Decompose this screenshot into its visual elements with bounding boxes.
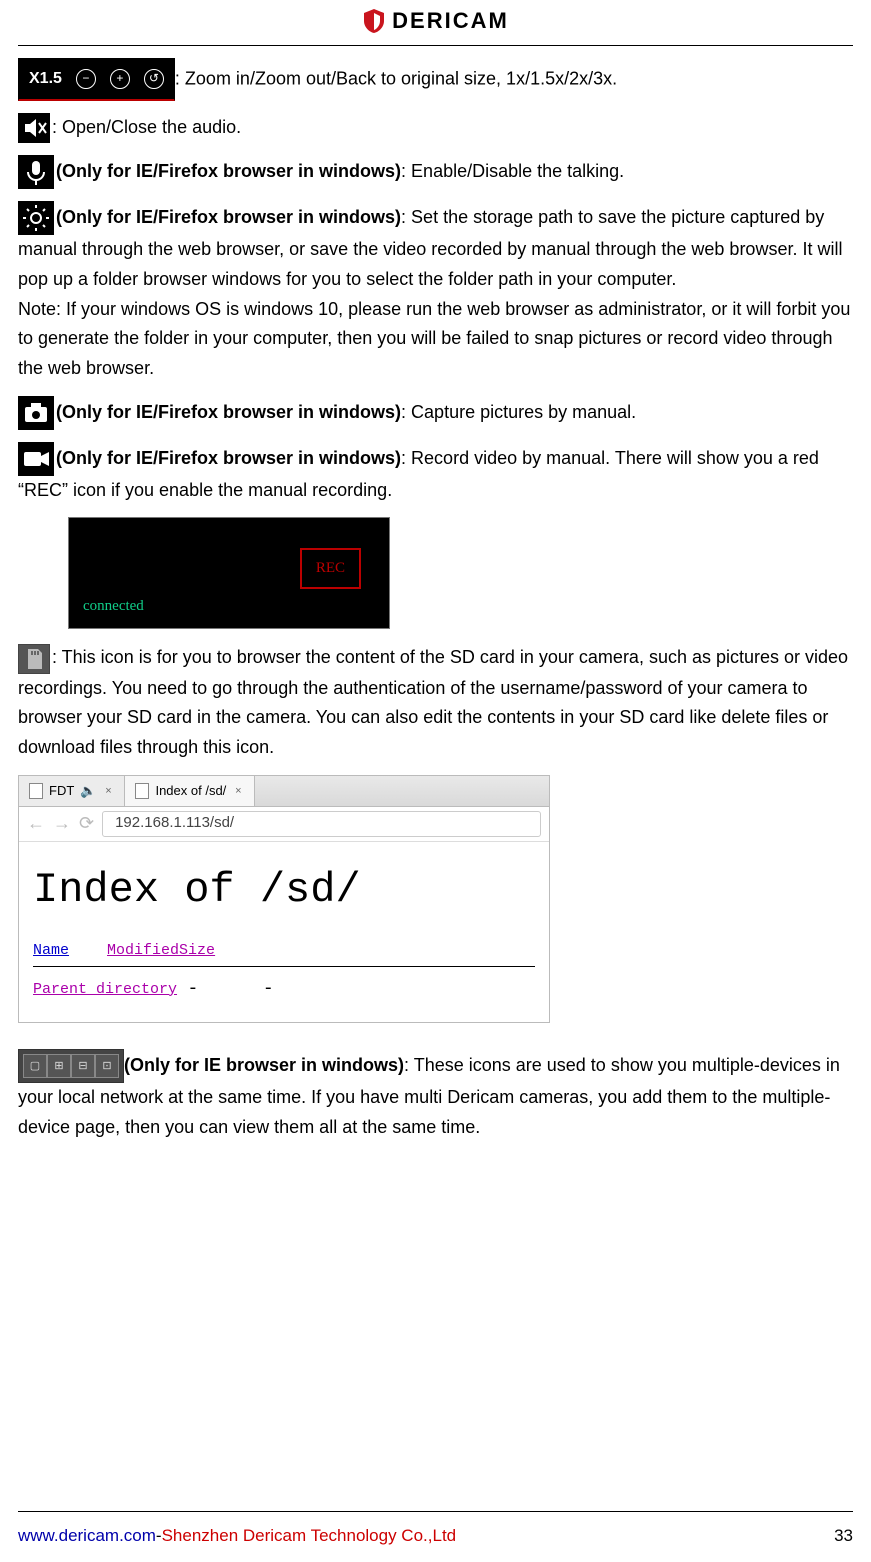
footer-divider [18, 1511, 853, 1512]
grid-9-icon: ⊟ [71, 1054, 95, 1078]
index-heading: Index of /sd/ [33, 856, 535, 925]
capture-qualifier: (Only for IE/Firefox browser in windows) [56, 401, 401, 421]
speaker-icon: 🔈 [80, 780, 96, 801]
address-bar: ← → ⟳ 192.168.1.113/sd/ [19, 807, 549, 842]
capture-desc: : Capture pictures by manual. [401, 401, 636, 421]
camera-icon [18, 396, 54, 430]
tab1-title: FDT [49, 780, 74, 801]
browser-tab-1: FDT 🔈 × [19, 776, 125, 806]
document-icon [135, 783, 149, 799]
page-number: 33 [834, 1526, 853, 1546]
page-footer: www.dericam.com-Shenzhen Dericam Technol… [18, 1526, 853, 1546]
audio-row: : Open/Close the audio. [18, 113, 853, 143]
connected-label: connected [83, 594, 144, 619]
index-row: Parent directory - - [33, 973, 535, 1005]
url-field: 192.168.1.113/sd/ [102, 811, 541, 837]
zoom-out-icon: − [76, 69, 96, 89]
capture-row: (Only for IE/Firefox browser in windows)… [18, 396, 853, 430]
index-columns: Name ModifiedSize [33, 939, 535, 964]
multi-row: ▢ ⊞ ⊟ ⊡ (Only for IE browser in windows)… [18, 1049, 853, 1142]
zoom-label: X1.5 [29, 66, 62, 92]
grid-1-icon: ▢ [23, 1054, 47, 1078]
header-divider [18, 45, 853, 46]
grid-16-icon: ⊡ [95, 1054, 119, 1078]
path-row: (Only for IE/Firefox browser in windows)… [18, 201, 853, 383]
close-icon: × [102, 785, 114, 797]
index-divider [33, 966, 535, 967]
record-qualifier: (Only for IE/Firefox browser in windows) [56, 447, 401, 467]
record-screenshot: connected REC [68, 517, 390, 629]
page-content: X1.5 − + ↺ : Zoom in/Zoom out/Back to or… [18, 58, 853, 1143]
speaker-mute-icon [18, 113, 50, 143]
zoom-reset-icon: ↺ [144, 69, 164, 89]
browser-screenshot: FDT 🔈 × Index of /sd/ × ← → ⟳ 192.168.1.… [18, 775, 550, 1024]
footer-company: Shenzhen Dericam Technology Co.,Ltd [162, 1526, 457, 1545]
path-note: Note: If your windows OS is windows 10, … [18, 295, 853, 384]
sd-row: : This icon is for you to browser the co… [18, 643, 853, 762]
zoom-in-icon: + [110, 69, 130, 89]
index-body: Index of /sd/ Name ModifiedSize Parent d… [19, 842, 549, 1023]
talk-qualifier: (Only for IE/Firefox browser in windows) [56, 161, 401, 181]
rec-indicator: REC [300, 548, 361, 589]
shield-icon [362, 8, 386, 34]
zoom-row: X1.5 − + ↺ : Zoom in/Zoom out/Back to or… [18, 58, 853, 101]
zoom-desc: : Zoom in/Zoom out/Back to original size… [175, 68, 617, 88]
brand-logo: DERICAM [362, 8, 509, 34]
record-row: (Only for IE/Firefox browser in windows)… [18, 442, 853, 506]
row-size: - [263, 979, 274, 999]
audio-desc: : Open/Close the audio. [52, 117, 241, 137]
sd-desc: : This icon is for you to browser the co… [18, 647, 848, 757]
col-name: Name [33, 939, 69, 964]
document-icon [29, 783, 43, 799]
forward-icon: → [53, 809, 71, 839]
browser-tabs: FDT 🔈 × Index of /sd/ × [19, 776, 549, 807]
zoom-toolbar: X1.5 − + ↺ [18, 58, 175, 101]
multi-view-icons: ▢ ⊞ ⊟ ⊡ [18, 1049, 124, 1083]
page-header: DERICAM [18, 0, 853, 45]
url-text: 192.168.1.113/sd/ [115, 811, 234, 836]
close-icon: × [232, 785, 244, 797]
sd-card-icon [18, 644, 50, 674]
brand-text: DERICAM [392, 8, 509, 34]
multi-qualifier: (Only for IE browser in windows) [124, 1055, 404, 1075]
footer-left: www.dericam.com-Shenzhen Dericam Technol… [18, 1526, 456, 1546]
browser-tab-2: Index of /sd/ × [125, 776, 255, 806]
tab2-title: Index of /sd/ [155, 780, 226, 801]
talk-desc: : Enable/Disable the talking. [401, 161, 624, 181]
settings-icon [18, 201, 54, 235]
col-modified: Modified [107, 942, 179, 959]
parent-directory-link: Parent directory [33, 981, 177, 998]
path-qualifier: (Only for IE/Firefox browser in windows) [56, 207, 401, 227]
grid-4-icon: ⊞ [47, 1054, 71, 1078]
microphone-icon [18, 155, 54, 189]
row-modified: - [188, 979, 199, 999]
talk-row: (Only for IE/Firefox browser in windows)… [18, 155, 853, 189]
reload-icon: ⟳ [79, 809, 94, 839]
back-icon: ← [27, 809, 45, 839]
footer-site: www.dericam.com [18, 1526, 156, 1545]
col-size: Size [179, 942, 215, 959]
video-camera-icon [18, 442, 54, 476]
